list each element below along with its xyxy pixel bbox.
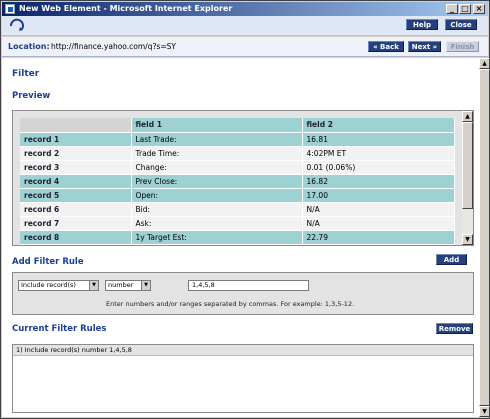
table-row[interactable]: record 7 Ask: N/A [20, 216, 455, 231]
type-select-value: number [108, 281, 134, 289]
record-label: record 7 [20, 216, 132, 231]
maximize-button[interactable]: □ [459, 4, 471, 14]
list-item[interactable]: 1) Include record(s) number 1,4,5,8 [13, 345, 473, 356]
table-header-row: field 1 field 2 [20, 118, 455, 133]
browser-window: New Web Element - Microsoft Internet Exp… [0, 0, 490, 419]
record-label: record 8 [20, 230, 132, 245]
location-label: Location: [8, 42, 50, 51]
help-button[interactable]: Help [406, 19, 438, 30]
field-1-cell: 1y Target Est: [131, 230, 303, 245]
close-button[interactable]: Close [445, 19, 477, 30]
add-rule-panel: Include record(s) ▼ number ▼ 1,4,5,8 Ent… [12, 272, 474, 315]
record-label: record 4 [20, 174, 132, 189]
scroll-down-icon[interactable]: ▼ [479, 406, 490, 417]
current-filter-rules-heading: Current Filter Rules [12, 324, 107, 334]
column-header-corner [20, 118, 132, 133]
chevron-down-icon[interactable]: ▼ [89, 281, 98, 290]
current-rules-list: 1) Include record(s) number 1,4,5,8 [12, 344, 474, 413]
next-button[interactable]: Next » [408, 41, 441, 52]
table-row[interactable]: record 2 Trade Time: 4:02PM ET [20, 146, 455, 161]
content-pane: Filter Preview field 1 field 2 record 1 … [2, 58, 479, 417]
field-1-cell: Ask: [131, 216, 303, 231]
location-bar: Location: http://finance.yahoo.com/q?s=S… [2, 37, 488, 57]
rule-hint: Enter numbers and/or ranges separated by… [106, 300, 355, 308]
back-button[interactable]: « Back [368, 41, 404, 52]
field-1-cell: Trade Time: [131, 146, 303, 161]
table-row[interactable]: record 8 1y Target Est: 22.79 [20, 230, 455, 245]
include-select-value: Include record(s) [21, 281, 76, 289]
field-2-cell: N/A [302, 202, 455, 217]
table-row[interactable]: record 5 Open: 17.00 [20, 188, 455, 203]
table-row[interactable]: record 6 Bid: N/A [20, 202, 455, 217]
table-row[interactable]: record 1 Last Trade: 16.81 [20, 132, 455, 147]
field-1-cell: Last Trade: [131, 132, 303, 147]
add-button[interactable]: Add [436, 254, 467, 265]
field-2-cell: 16.82 [302, 174, 455, 189]
column-header-field-2[interactable]: field 2 [302, 118, 455, 133]
close-window-button[interactable]: × [473, 4, 485, 14]
field-1-cell: Open: [131, 188, 303, 203]
include-select[interactable]: Include record(s) ▼ [18, 280, 99, 291]
record-label: record 3 [20, 160, 132, 175]
record-label: record 5 [20, 188, 132, 203]
page-title: Filter [12, 69, 40, 79]
preview-table: field 1 field 2 record 1 Last Trade: 16.… [20, 118, 455, 245]
scrollbar-thumb[interactable] [479, 69, 490, 406]
record-label: record 1 [20, 132, 132, 147]
record-label: record 6 [20, 202, 132, 217]
table-row[interactable]: record 4 Prev Close: 16.82 [20, 174, 455, 189]
add-filter-rule-heading: Add Filter Rule [12, 257, 84, 267]
field-2-cell: 17.00 [302, 188, 455, 203]
field-2-cell: 0.01 (0.06%) [302, 160, 455, 175]
field-2-cell: 16.81 [302, 132, 455, 147]
remove-button[interactable]: Remove [436, 323, 473, 334]
finish-button[interactable]: Finish [446, 41, 479, 52]
scrollbar-thumb[interactable] [462, 122, 473, 209]
field-1-cell: Change: [131, 160, 303, 175]
field-2-cell: 4:02PM ET [302, 146, 455, 161]
column-header-field-1[interactable]: field 1 [131, 118, 303, 133]
preview-panel: field 1 field 2 record 1 Last Trade: 16.… [12, 110, 474, 246]
field-1-cell: Prev Close: [131, 174, 303, 189]
page-scrollbar[interactable]: ▲ ▼ [479, 58, 490, 417]
minimize-button[interactable]: _ [446, 4, 458, 14]
scroll-down-icon[interactable]: ▼ [462, 234, 473, 245]
preview-heading: Preview [12, 91, 51, 101]
app-logo-icon [10, 18, 24, 31]
scroll-up-icon[interactable]: ▲ [479, 58, 490, 69]
scroll-up-icon[interactable]: ▲ [462, 111, 473, 122]
table-row[interactable]: record 3 Change: 0.01 (0.06%) [20, 160, 455, 175]
field-2-cell: 22.79 [302, 230, 455, 245]
location-url: http://finance.yahoo.com/q?s=SY [51, 42, 176, 51]
title-bar[interactable]: New Web Element - Microsoft Internet Exp… [2, 2, 488, 16]
preview-scrollbar[interactable]: ▲ ▼ [462, 111, 473, 245]
record-label: record 2 [20, 146, 132, 161]
chevron-down-icon[interactable]: ▼ [141, 281, 150, 290]
type-select[interactable]: number ▼ [105, 280, 151, 291]
field-2-cell: N/A [302, 216, 455, 231]
field-1-cell: Bid: [131, 202, 303, 217]
window-title: New Web Element - Microsoft Internet Exp… [19, 4, 233, 13]
ie-page-icon [5, 4, 15, 14]
record-numbers-input[interactable]: 1,4,5,8 [188, 280, 309, 291]
app-toolbar: Help Close [2, 16, 488, 36]
